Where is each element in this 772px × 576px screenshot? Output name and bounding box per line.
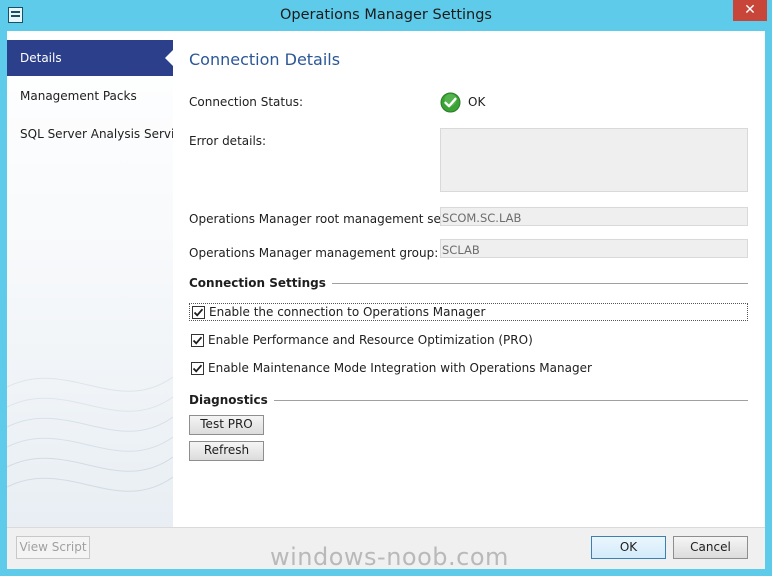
connection-status-value: OK [468, 95, 486, 109]
details-panel: Connection Details Connection Status: OK… [173, 31, 765, 527]
section-heading: Connection Settings [189, 276, 332, 290]
close-icon: ✕ [744, 2, 756, 18]
selection-notch [165, 50, 173, 66]
management-group-label: Operations Manager management group: [189, 246, 439, 260]
checkbox-label: Enable Maintenance Mode Integration with… [208, 361, 592, 375]
enable-connection-checkbox[interactable] [192, 306, 205, 319]
enable-pro-checkbox-row[interactable]: Enable Performance and Resource Optimiza… [189, 332, 589, 350]
enable-maintenance-mode-checkbox[interactable] [191, 362, 204, 375]
dialog-client-area: Details Management Packs SQL Server Anal… [7, 31, 765, 571]
watermark-text: windows-noob.com [270, 543, 509, 571]
sidebar-item-label: Details [20, 51, 62, 65]
sidebar-item-management-packs[interactable]: Management Packs [7, 78, 173, 114]
checkmark-icon [193, 308, 204, 317]
diagnostics-section: Diagnostics [189, 393, 748, 409]
cancel-button[interactable]: Cancel [673, 536, 748, 559]
management-group-field[interactable]: SCLAB [440, 239, 748, 258]
page-title: Connection Details [189, 50, 341, 69]
test-pro-button[interactable]: Test PRO [189, 415, 264, 435]
window-title: Operations Manager Settings [280, 7, 492, 23]
ok-button[interactable]: OK [591, 536, 666, 559]
section-heading: Diagnostics [189, 393, 274, 407]
decorative-swoosh [7, 376, 173, 492]
enable-connection-checkbox-row[interactable]: Enable the connection to Operations Mana… [189, 303, 748, 321]
error-details-label: Error details: [189, 134, 267, 148]
root-server-field[interactable]: SCOM.SC.LAB [440, 207, 748, 226]
check-circle-icon [440, 92, 461, 113]
checkmark-icon [192, 364, 203, 373]
settings-window: Operations Manager Settings ✕ Details Ma… [0, 0, 772, 576]
refresh-button[interactable]: Refresh [189, 441, 264, 461]
sidebar-item-label: SQL Server Analysis Services [20, 127, 173, 141]
sidebar-item-label: Management Packs [20, 89, 137, 103]
enable-maintenance-mode-checkbox-row[interactable]: Enable Maintenance Mode Integration with… [189, 360, 592, 378]
close-button[interactable]: ✕ [733, 0, 767, 21]
error-details-field[interactable] [440, 128, 748, 192]
checkbox-label: Enable Performance and Resource Optimiza… [208, 333, 533, 347]
root-server-label: Operations Manager root management serve… [189, 212, 470, 226]
enable-pro-checkbox[interactable] [191, 334, 204, 347]
checkbox-label: Enable the connection to Operations Mana… [209, 305, 486, 319]
checkmark-icon [192, 336, 203, 345]
connection-status-label: Connection Status: [189, 95, 303, 109]
connection-settings-section: Connection Settings [189, 276, 748, 292]
sidebar-item-sql-server-analysis-services[interactable]: SQL Server Analysis Services [7, 116, 173, 152]
view-script-button[interactable]: View Script [16, 536, 90, 559]
title-bar[interactable]: Operations Manager Settings ✕ [0, 0, 772, 31]
sidebar-item-details[interactable]: Details [7, 40, 173, 76]
sidebar-nav: Details Management Packs SQL Server Anal… [7, 31, 173, 527]
